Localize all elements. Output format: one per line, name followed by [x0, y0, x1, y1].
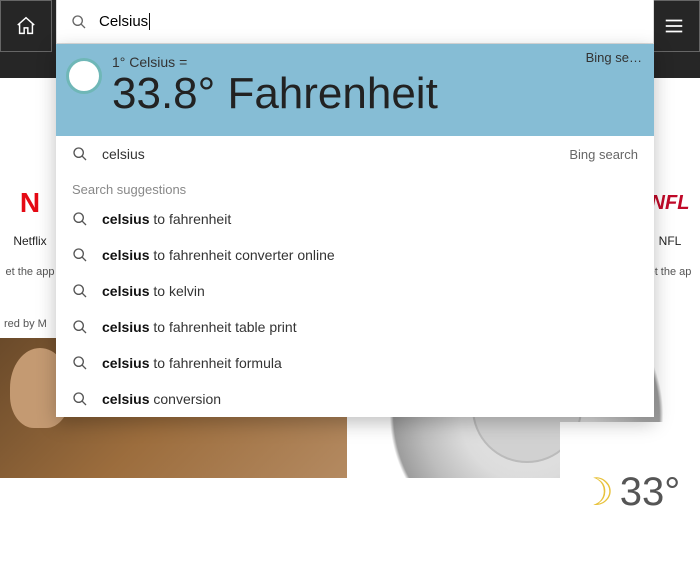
suggestion-text: celsius conversion: [102, 391, 638, 407]
suggestion-action: Bing search: [569, 147, 638, 162]
suggestion-text: celsius to fahrenheit: [102, 211, 638, 227]
suggestion-row[interactable]: celsius to fahrenheit formula: [56, 345, 654, 381]
temperature-value: 33°: [620, 470, 681, 515]
tile-label: NFL: [659, 234, 682, 248]
suggestion-text: celsius to fahrenheit table print: [102, 319, 638, 335]
instant-answer[interactable]: 1° Celsius = 33.8° Fahrenheit Bing se…: [56, 44, 654, 136]
suggestion-text: celsius to fahrenheit converter online: [102, 247, 638, 263]
suggestion-text: celsius to kelvin: [102, 283, 638, 299]
primary-suggestion[interactable]: celsius Bing search: [56, 136, 654, 172]
tile-sublabel: et the app: [6, 266, 55, 278]
cortana-icon: [66, 58, 102, 94]
home-icon: [15, 15, 37, 37]
app-tile-netflix[interactable]: N Netflix et the app: [0, 178, 60, 278]
suggestion-row[interactable]: celsius to fahrenheit: [56, 201, 654, 237]
menu-button[interactable]: [648, 0, 700, 52]
answer-result: 33.8° Fahrenheit: [112, 70, 438, 118]
netflix-icon: N: [5, 178, 55, 228]
suggestion-row[interactable]: celsius conversion: [56, 381, 654, 417]
moon-icon: ☽: [580, 470, 614, 515]
suggestion-row[interactable]: celsius to fahrenheit converter online: [56, 237, 654, 273]
search-icon: [72, 319, 88, 335]
search-icon: [72, 146, 88, 162]
search-icon: [72, 283, 88, 299]
suggestion-text: celsius: [102, 146, 569, 162]
suggestion-panel: 1° Celsius = 33.8° Fahrenheit Bing se… c…: [56, 44, 654, 417]
answer-provider: Bing se…: [586, 50, 642, 65]
search-icon: [72, 247, 88, 263]
suggestion-row[interactable]: celsius to fahrenheit table print: [56, 309, 654, 345]
search-input[interactable]: Celsius: [99, 13, 150, 31]
search-icon: [71, 14, 87, 30]
search-icon: [72, 355, 88, 371]
tile-sublabel: et the ap: [649, 266, 692, 278]
suggestions-heading: Search suggestions: [56, 172, 654, 201]
weather-widget[interactable]: ☽ 33°: [560, 422, 700, 562]
search-icon: [72, 391, 88, 407]
suggestion-row[interactable]: celsius to kelvin: [56, 273, 654, 309]
suggestion-text: celsius to fahrenheit formula: [102, 355, 638, 371]
search-bar[interactable]: Celsius: [56, 0, 654, 44]
home-button[interactable]: [0, 0, 52, 52]
hamburger-icon: [663, 15, 685, 37]
search-dropdown: Celsius 1° Celsius = 33.8° Fahrenheit Bi…: [56, 0, 654, 417]
answer-query: 1° Celsius =: [112, 54, 438, 70]
search-icon: [72, 211, 88, 227]
tile-label: Netflix: [13, 234, 46, 248]
